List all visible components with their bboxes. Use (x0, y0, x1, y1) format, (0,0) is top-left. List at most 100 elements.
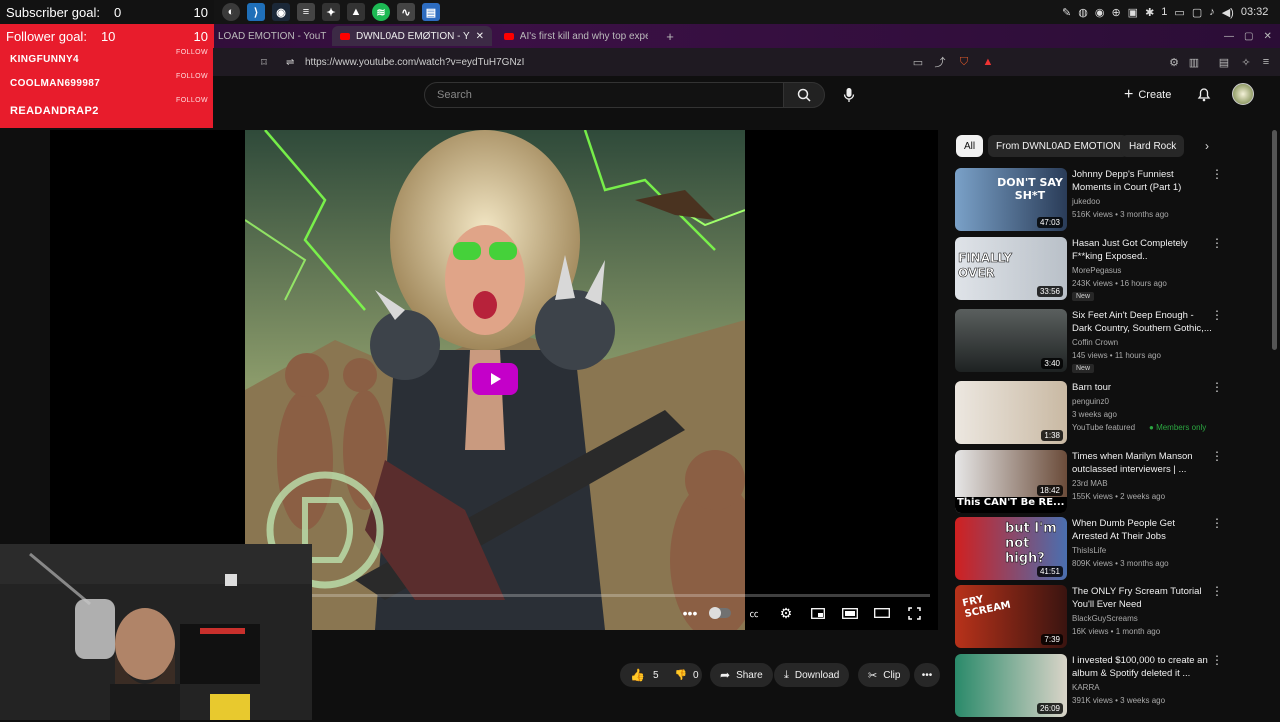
extensions-icon[interactable]: ⚙ (1166, 54, 1182, 70)
recommendation-thumbnail[interactable]: FRY SCREAM 7:39 (955, 585, 1067, 648)
recommendation-thumbnail[interactable]: but I'm not high? 41:51 (955, 517, 1067, 580)
more-vert-icon[interactable]: ⋮ (1211, 237, 1223, 251)
vpn-icon[interactable]: ✧ (1238, 54, 1254, 70)
channel-name[interactable]: KARRA (1072, 683, 1100, 692)
game-controller-icon[interactable]: ✦ (322, 3, 340, 21)
recommendation-item[interactable]: but I'm not high? 41:51 When Dumb People… (955, 517, 1225, 585)
browser-tab[interactable]: AI's first kill and why top expe (496, 26, 656, 46)
theater-mode-icon[interactable] (840, 603, 860, 623)
video-title[interactable]: Hasan Just Got Completely F**king Expose… (1072, 237, 1212, 263)
voice-search-button[interactable] (836, 82, 862, 108)
more-vert-icon[interactable]: ⋮ (1211, 309, 1223, 323)
brave-shield-icon[interactable]: ⛉ (956, 54, 972, 70)
download-button[interactable]: ⤓ Download (774, 663, 850, 687)
battery-icon[interactable]: ▭ (1174, 6, 1184, 19)
more-actions-button[interactable]: ••• (914, 663, 940, 687)
more-vert-icon[interactable]: ⋮ (1211, 654, 1223, 668)
recommendation-thumbnail[interactable]: 3:40 (955, 309, 1067, 372)
clipboard-icon[interactable]: ▣ (1128, 6, 1138, 19)
display-icon[interactable]: ▢ (1192, 6, 1202, 19)
steam-icon[interactable]: ◉ (272, 3, 290, 21)
recommendation-item[interactable]: FINALLY OVER 33:56 Hasan Just Got Comple… (955, 237, 1225, 305)
more-vert-icon[interactable]: ⋮ (1211, 381, 1223, 395)
inkscape-icon[interactable]: ▲ (347, 3, 365, 21)
recommendation-item[interactable]: 1:38 Barn tour penguinz0 3 weeks ago You… (955, 381, 1225, 449)
close-window-icon[interactable]: ✕ (1263, 31, 1271, 42)
miniplayer-icon[interactable] (808, 603, 828, 623)
share-button[interactable]: ➦ Share (710, 663, 773, 687)
steam-tray-icon[interactable]: ◉ (1095, 6, 1105, 19)
maximize-icon[interactable]: ▢ (1244, 31, 1253, 42)
subtitles-icon[interactable]: ㏄ (744, 603, 764, 623)
share-page-icon[interactable]: ⤴ (932, 54, 948, 70)
video-title[interactable]: Six Feet Ain't Deep Enough - Dark Countr… (1072, 309, 1212, 335)
network-icon[interactable]: ⊕ (1111, 6, 1120, 19)
rewards-icon[interactable]: ▲ (980, 54, 996, 70)
document-viewer-icon[interactable]: ▤ (422, 3, 440, 21)
channel-name[interactable]: 23rd MAB (1072, 479, 1108, 488)
bluetooth-icon[interactable]: ✱ (1145, 6, 1154, 19)
tab-close-icon[interactable]: ✕ (476, 31, 484, 42)
chip-hard-rock[interactable]: Hard Rock (1121, 135, 1185, 157)
channel-name[interactable]: MorePegasus (1072, 266, 1121, 275)
more-vert-icon[interactable]: ⋮ (1211, 168, 1223, 182)
video-title[interactable]: Johnny Depp's Funniest Moments in Court … (1072, 168, 1212, 194)
site-info-icon[interactable]: ⇌ (286, 57, 294, 68)
recommendation-item[interactable]: This CAN'T Be RE... 18:42 Times when Mar… (955, 450, 1225, 518)
minimize-icon[interactable]: — (1224, 31, 1234, 42)
spotify-icon[interactable]: ≋ (372, 3, 390, 21)
recommendation-thumbnail[interactable]: 1:38 (955, 381, 1067, 444)
create-button[interactable]: + Create (1124, 82, 1171, 108)
account-avatar[interactable] (1232, 83, 1254, 105)
discord-icon[interactable]: ◍ (1078, 6, 1088, 19)
video-title[interactable]: When Dumb People Get Arrested At Their J… (1072, 517, 1212, 543)
channel-name[interactable]: jukedoo (1072, 197, 1100, 206)
obs-icon[interactable]: ◐ (222, 3, 240, 21)
chip-all[interactable]: All (956, 135, 984, 157)
more-controls-icon[interactable]: ••• (680, 603, 700, 623)
sidebar-icon[interactable]: ▥ (1186, 54, 1202, 70)
recommendation-item[interactable]: DON'T SAY SH*T 47:03 Johnny Depp's Funni… (955, 168, 1225, 236)
clip-button[interactable]: ✂ Clip (858, 663, 911, 687)
more-vert-icon[interactable]: ⋮ (1211, 450, 1223, 464)
chip-from-channel[interactable]: From DWNL0AD EMOTION (988, 135, 1129, 157)
play-button[interactable] (472, 363, 518, 395)
channel-name[interactable]: ThisIsLife (1072, 546, 1106, 555)
terminal-icon[interactable]: ≡ (297, 3, 315, 21)
recommendation-thumbnail[interactable]: FINALLY OVER 33:56 (955, 237, 1067, 300)
dislike-button[interactable]: 👎 0 (675, 670, 699, 681)
recommendation-thumbnail[interactable]: 26:09 (955, 654, 1067, 717)
pen-icon[interactable]: ✎ (1062, 6, 1071, 19)
page-scrollbar[interactable] (1272, 130, 1277, 350)
search-button[interactable] (783, 82, 825, 108)
like-button[interactable]: 👍 5 (630, 668, 659, 682)
volume-icon[interactable]: ◀) (1222, 6, 1234, 19)
more-vert-icon[interactable]: ⋮ (1211, 517, 1223, 531)
browser-tab-active[interactable]: DWNL0AD EMØTION - Y ✕ (332, 26, 492, 46)
system-monitor-icon[interactable]: ∿ (397, 3, 415, 21)
search-input[interactable]: Search (424, 82, 784, 108)
video-title[interactable]: Times when Marilyn Manson outclassed int… (1072, 450, 1212, 476)
recommendation-item[interactable]: FRY SCREAM 7:39 The ONLY Fry Scream Tuto… (955, 585, 1225, 653)
browser-menu-icon[interactable]: ≡ (1258, 54, 1274, 70)
video-title[interactable]: Barn tour (1072, 381, 1212, 394)
more-vert-icon[interactable]: ⋮ (1211, 585, 1223, 599)
music-icon[interactable]: ♪ (1209, 6, 1215, 18)
browser-tab[interactable]: LOAD EMOTION - YouT (210, 26, 330, 46)
channel-name[interactable]: Coffin Crown (1072, 338, 1118, 347)
bookmark-icon[interactable]: ⌑ (256, 54, 272, 70)
video-title[interactable]: The ONLY Fry Scream Tutorial You'll Ever… (1072, 585, 1212, 611)
channel-name[interactable]: penguinz0 (1072, 397, 1109, 406)
channel-name[interactable]: BlackGuyScreams (1072, 614, 1138, 623)
cast-icon[interactable]: ▭ (910, 54, 926, 70)
autoplay-toggle[interactable] (708, 603, 732, 623)
settings-gear-icon[interactable]: ⚙ (776, 603, 796, 623)
fullscreen-icon[interactable] (904, 603, 924, 623)
vscode-icon[interactable]: ⟩ (247, 3, 265, 21)
video-title[interactable]: I invested $100,000 to create an album &… (1072, 654, 1212, 680)
notifications-button[interactable] (1194, 84, 1214, 104)
video-progress-bar[interactable] (250, 594, 930, 597)
recommendation-thumbnail[interactable]: This CAN'T Be RE... 18:42 (955, 450, 1067, 513)
recommendation-item[interactable]: 26:09 I invested $100,000 to create an a… (955, 654, 1225, 722)
recommendation-thumbnail[interactable]: DON'T SAY SH*T 47:03 (955, 168, 1067, 231)
